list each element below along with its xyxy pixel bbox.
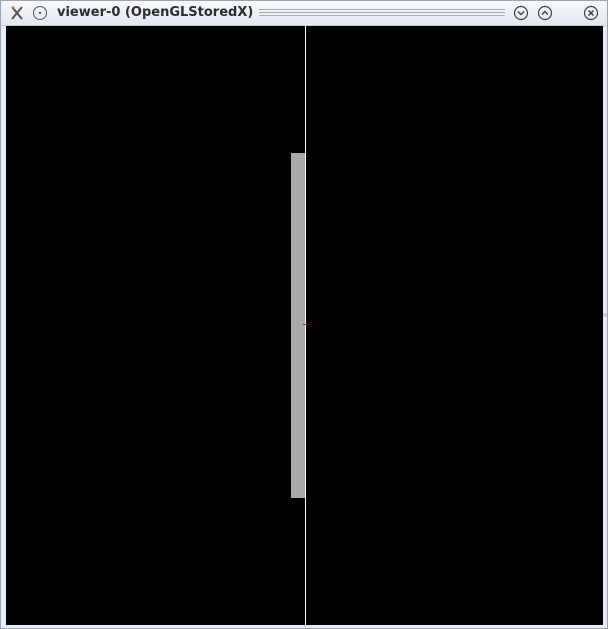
title-bar[interactable]: viewer-0 (OpenGLStoredX) — [1, 1, 607, 26]
chevron-down-icon — [513, 5, 529, 21]
origin-marker — [303, 324, 307, 325]
axis-line — [305, 26, 306, 625]
detector-volume — [291, 153, 305, 498]
window-menu-icon[interactable] — [32, 5, 48, 21]
window-title: viewer-0 (OpenGLStoredX) — [57, 5, 254, 20]
maximize-button[interactable] — [537, 5, 553, 21]
opengl-viewport[interactable] — [6, 26, 603, 625]
close-button[interactable] — [583, 5, 599, 21]
chevron-up-icon — [537, 5, 553, 21]
close-icon — [583, 5, 599, 21]
viewer-window: viewer-0 (OpenGLStoredX) — [0, 0, 608, 629]
resize-handle[interactable] — [603, 313, 607, 317]
minimize-button[interactable] — [513, 5, 529, 21]
tools-icon[interactable] — [9, 5, 25, 21]
title-grip — [259, 9, 505, 17]
